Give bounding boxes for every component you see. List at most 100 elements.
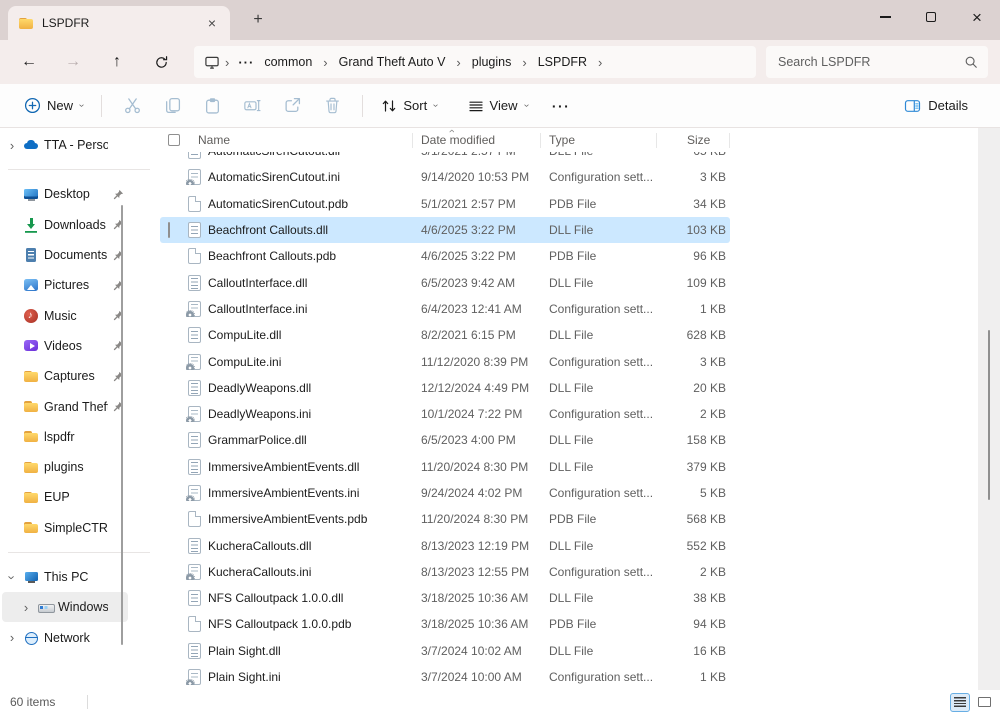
file-row[interactable]: AutomaticSirenCutout.dll 5/1/2021 2:57 P… [160, 152, 730, 164]
breadcrumb-chevron-icon[interactable]: › [593, 55, 607, 70]
file-size: 628 KB [657, 328, 730, 342]
file-row[interactable]: GrammarPolice.dll 6/5/2023 4:00 PM DLL F… [160, 427, 730, 453]
sort-button[interactable]: Sort [373, 92, 445, 120]
copy-button[interactable] [152, 89, 192, 123]
file-row[interactable]: Plain Sight.ini 3/7/2024 10:00 AM Config… [160, 664, 730, 690]
this-pc-icon[interactable] [204, 55, 220, 70]
new-tab-button[interactable]: + [246, 8, 270, 32]
file-date-modified: 8/13/2023 12:55 PM [413, 565, 541, 579]
view-button[interactable]: View [460, 92, 536, 120]
expand-chevron-icon[interactable] [20, 600, 32, 615]
share-button[interactable] [272, 89, 312, 123]
refresh-button[interactable] [146, 47, 176, 77]
sidebar-item[interactable]: TTA - Personal [2, 130, 128, 160]
select-all-checkbox[interactable] [168, 134, 180, 146]
sidebar-item[interactable]: Pictures [2, 270, 128, 300]
sidebar-item[interactable]: Network [2, 622, 128, 652]
file-row[interactable]: Beachfront Callouts.dll 4/6/2025 3:22 PM… [160, 217, 730, 243]
search-input[interactable] [776, 54, 964, 70]
tab-close-icon[interactable]: × [204, 15, 220, 31]
back-button[interactable]: ← [14, 47, 44, 77]
sidebar-item[interactable]: plugins [2, 452, 128, 482]
file-name-cell: GrammarPolice.dll [186, 432, 413, 448]
file-type-icon [188, 459, 201, 475]
file-row[interactable]: CompuLite.dll 8/2/2021 6:15 PM DLL File … [160, 322, 730, 348]
navigation-sidebar: TTA - Personal Desktop Downloads [0, 128, 160, 690]
file-type-icon [188, 564, 201, 580]
sidebar-item[interactable]: Music [2, 300, 128, 330]
rename-button[interactable] [232, 89, 272, 123]
file-row[interactable]: AutomaticSirenCutout.pdb 5/1/2021 2:57 P… [160, 191, 730, 217]
chevron-down-icon [521, 104, 532, 107]
breadcrumb-chevron-icon[interactable]: › [451, 55, 465, 70]
file-row[interactable]: ImmersiveAmbientEvents.pdb 11/20/2024 8:… [160, 506, 730, 532]
delete-button[interactable] [312, 89, 352, 123]
sidebar-scrollbar-thumb[interactable] [121, 205, 123, 645]
sidebar-item[interactable]: Captures [2, 361, 128, 391]
large-icons-view-toggle[interactable] [974, 693, 994, 712]
file-row[interactable]: ImmersiveAmbientEvents.ini 9/24/2024 4:0… [160, 480, 730, 506]
scrollbar-track[interactable] [978, 128, 1000, 690]
maximize-button[interactable] [908, 0, 954, 34]
file-row[interactable]: ImmersiveAmbientEvents.dll 11/20/2024 8:… [160, 454, 730, 480]
column-header-size[interactable]: Size [657, 128, 730, 152]
sidebar-item[interactable]: Downloads [2, 210, 128, 240]
more-options-button[interactable]: ··· [552, 98, 571, 114]
breadcrumb-chevron-icon[interactable]: › [318, 55, 332, 70]
column-header-type[interactable]: Type [541, 128, 657, 152]
column-header-name[interactable]: Name [186, 128, 413, 152]
file-row[interactable]: Beachfront Callouts.pdb 4/6/2025 3:22 PM… [160, 243, 730, 269]
sidebar-item[interactable]: This PC [2, 562, 128, 592]
sidebar-item[interactable]: Windows (C:) [2, 592, 128, 622]
row-checkbox[interactable] [168, 222, 170, 238]
file-row[interactable]: CalloutInterface.ini 6/4/2023 12:41 AM C… [160, 296, 730, 322]
column-header-date-modified[interactable]: Date modified [413, 128, 541, 152]
breadcrumb-item[interactable]: plugins [466, 52, 518, 72]
minimize-button[interactable] [862, 0, 908, 34]
sidebar-item[interactable]: lspdfr [2, 422, 128, 452]
sidebar-item-label: EUP [44, 490, 108, 504]
file-row[interactable]: DeadlyWeapons.dll 12/12/2024 4:49 PM DLL… [160, 375, 730, 401]
expand-chevron-icon[interactable] [6, 138, 18, 153]
file-row[interactable]: CalloutInterface.dll 6/5/2023 9:42 AM DL… [160, 269, 730, 295]
breadcrumb-ellipsis-button[interactable]: ··· [234, 55, 258, 70]
sidebar-item[interactable]: Desktop [2, 179, 128, 209]
breadcrumb-item[interactable]: LSPDFR [532, 52, 593, 72]
up-button[interactable]: ↑ [102, 47, 132, 77]
explorer-tab[interactable]: LSPDFR × [8, 6, 230, 40]
file-name-cell: AutomaticSirenCutout.ini [186, 169, 413, 185]
row-checkbox-cell [160, 249, 186, 263]
breadcrumb-chevron-icon[interactable]: › [517, 55, 531, 70]
details-pane-button[interactable]: Details [904, 98, 968, 114]
items-count: 60 items [0, 695, 55, 709]
sidebar-item[interactable]: Videos [2, 331, 128, 361]
paste-button[interactable] [192, 89, 232, 123]
expand-chevron-icon[interactable] [6, 630, 18, 645]
close-button[interactable]: × [954, 0, 1000, 34]
sidebar-item[interactable]: Documents [2, 240, 128, 270]
sidebar-item[interactable]: Grand Theft A [2, 391, 128, 421]
forward-button[interactable]: → [58, 47, 88, 77]
file-row[interactable]: NFS Calloutpack 1.0.0.dll 3/18/2025 10:3… [160, 585, 730, 611]
sidebar-item[interactable]: EUP [2, 482, 128, 512]
file-row[interactable]: AutomaticSirenCutout.ini 9/14/2020 10:53… [160, 164, 730, 190]
expand-chevron-icon[interactable] [6, 570, 18, 585]
file-type-icon [188, 406, 201, 422]
details-view-toggle[interactable] [950, 693, 970, 712]
scrollbar-thumb[interactable] [988, 330, 990, 500]
sidebar-item-label: Music [44, 309, 108, 323]
cut-button[interactable] [112, 89, 152, 123]
breadcrumb-chevron-icon[interactable]: › [220, 55, 234, 70]
file-size: 158 KB [657, 433, 730, 447]
file-row[interactable]: NFS Calloutpack 1.0.0.pdb 3/18/2025 10:3… [160, 611, 730, 637]
file-row[interactable]: KucheraCallouts.ini 8/13/2023 12:55 PM C… [160, 559, 730, 585]
breadcrumb-item[interactable]: common [258, 52, 318, 72]
file-row[interactable]: Plain Sight.dll 3/7/2024 10:02 AM DLL Fi… [160, 638, 730, 664]
sidebar-item[interactable]: SimpleCTRL [2, 513, 128, 543]
file-row[interactable]: KucheraCallouts.dll 8/13/2023 12:19 PM D… [160, 532, 730, 558]
file-row[interactable]: DeadlyWeapons.ini 10/1/2024 7:22 PM Conf… [160, 401, 730, 427]
new-button[interactable]: New [16, 91, 91, 120]
file-size: 568 KB [657, 512, 730, 526]
breadcrumb-item[interactable]: Grand Theft Auto V [333, 52, 452, 72]
file-row[interactable]: CompuLite.ini 11/12/2020 8:39 PM Configu… [160, 348, 730, 374]
